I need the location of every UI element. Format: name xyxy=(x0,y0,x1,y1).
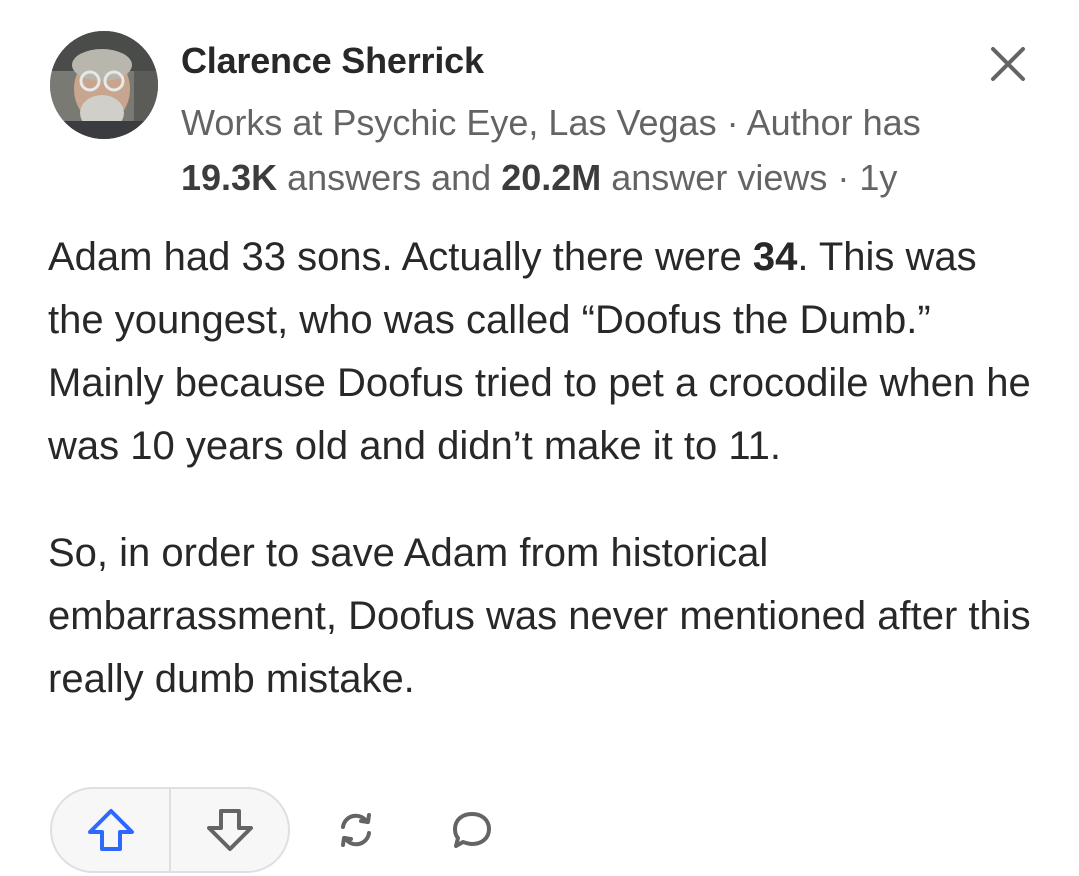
answers-label: answers and xyxy=(277,157,502,198)
separator-dot: · xyxy=(716,102,747,143)
upvote-arrow-icon xyxy=(87,809,134,851)
author-credential[interactable]: Works at Psychic Eye, Las Vegas xyxy=(181,102,717,143)
author-avatar[interactable] xyxy=(50,31,158,139)
answer-paragraph-1: Adam had 33 sons. Actually there were 34… xyxy=(48,226,1038,478)
close-button[interactable] xyxy=(988,44,1028,84)
close-icon xyxy=(991,47,1025,81)
upvote-button[interactable] xyxy=(52,789,169,871)
views-label: answer views xyxy=(601,157,828,198)
views-count: 20.2M xyxy=(501,157,602,198)
answer-age[interactable]: 1y xyxy=(859,157,897,198)
author-credential-line: Works at Psychic Eye, Las Vegas · Author… xyxy=(181,95,981,205)
answer-text: Adam had 33 sons. Actually there were xyxy=(48,235,753,279)
comment-bubble-icon xyxy=(453,812,491,848)
author-name[interactable]: Clarence Sherrick xyxy=(181,40,484,82)
separator-dot: · xyxy=(827,157,860,198)
author-stats-prefix: Author has xyxy=(746,102,921,143)
downvote-arrow-icon xyxy=(206,809,253,851)
answer-paragraph-2: So, in order to save Adam from historica… xyxy=(48,531,1031,701)
share-refresh-icon xyxy=(341,813,371,847)
vote-control xyxy=(50,787,290,873)
downvote-button[interactable] xyxy=(171,789,288,871)
share-button[interactable] xyxy=(332,806,380,854)
answers-count: 19.3K xyxy=(181,157,278,198)
answer-body: Adam had 33 sons. Actually there were 34… xyxy=(48,226,1038,711)
comment-button[interactable] xyxy=(448,806,496,854)
answer-emphasis: 34 xyxy=(752,235,798,279)
